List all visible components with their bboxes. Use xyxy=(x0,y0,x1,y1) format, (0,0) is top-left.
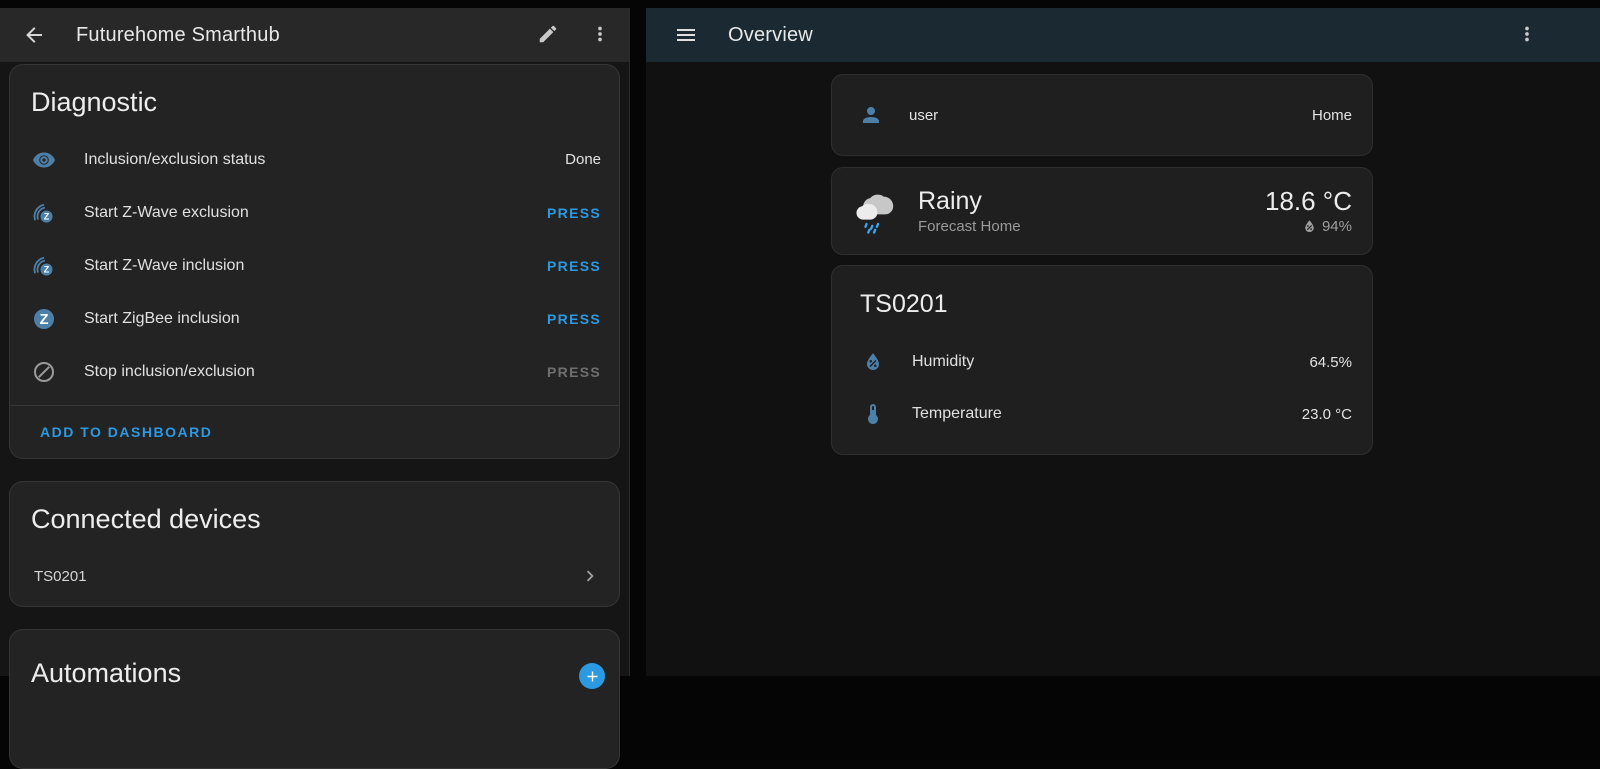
row-value-status: Done xyxy=(565,151,601,168)
humidity-value: 64.5% xyxy=(1309,354,1352,371)
weather-card[interactable]: Rainy Forecast Home 18.6 °C 94% xyxy=(831,167,1373,255)
user-card[interactable]: user Home xyxy=(831,74,1373,156)
device-page-panel: Futurehome Smarthub Diagnostic Inclusion… xyxy=(0,8,630,676)
water-percent-icon xyxy=(861,350,885,374)
press-button-disabled[interactable]: PRESS xyxy=(547,364,601,380)
zwave-icon: Z xyxy=(32,201,56,225)
weather-condition: Rainy xyxy=(918,187,1021,215)
eye-icon xyxy=(32,148,56,172)
thermometer-icon xyxy=(861,402,885,426)
dashboard-content: user Home Rainy Forecast Home xyxy=(646,62,1600,455)
press-button[interactable]: PRESS xyxy=(547,258,601,274)
connected-device-item[interactable]: TS0201 xyxy=(10,550,619,602)
connected-devices-title: Connected devices xyxy=(10,482,619,550)
automations-title: Automations xyxy=(10,630,619,704)
device-name: TS0201 xyxy=(34,568,87,585)
dots-vertical-icon xyxy=(1516,23,1538,45)
row-label: Temperature xyxy=(912,405,1002,423)
add-automation-button[interactable] xyxy=(579,663,605,689)
zigbee-icon: Z xyxy=(32,307,56,331)
pencil-icon xyxy=(537,23,559,45)
plus-icon xyxy=(584,668,601,685)
humidity-drop-icon xyxy=(1301,218,1318,235)
temperature-row[interactable]: Temperature 23.0 °C xyxy=(832,388,1372,440)
weather-text-block: Rainy Forecast Home xyxy=(918,187,1021,235)
cancel-icon xyxy=(32,360,56,384)
row-label: Stop inclusion/exclusion xyxy=(84,363,255,381)
automations-card: Automations xyxy=(9,629,620,769)
menu-button[interactable] xyxy=(674,23,698,47)
sensor-card: TS0201 Humidity 64.5% Temperature 23.0 °… xyxy=(831,265,1373,455)
dashboard-title: Overview xyxy=(728,24,813,47)
diagnostic-row-zwave-exclusion: Z Start Z-Wave exclusion PRESS xyxy=(10,186,619,239)
row-label: Start Z-Wave exclusion xyxy=(84,204,249,222)
svg-text:Z: Z xyxy=(44,264,50,274)
weather-source: Forecast Home xyxy=(918,218,1021,235)
weather-values-block: 18.6 °C 94% xyxy=(1265,187,1352,235)
person-icon xyxy=(859,103,883,127)
weather-humidity-value: 94% xyxy=(1322,218,1352,235)
arrow-left-icon xyxy=(22,23,46,47)
weather-temperature: 18.6 °C xyxy=(1265,187,1352,215)
dashboard-overflow-menu-button[interactable] xyxy=(1516,23,1540,47)
device-page-header: Futurehome Smarthub xyxy=(0,8,629,62)
row-label: Inclusion/exclusion status xyxy=(84,151,265,169)
diagnostic-row-stop-inclusion: Stop inclusion/exclusion PRESS xyxy=(10,345,619,398)
dots-vertical-icon xyxy=(589,23,611,45)
dashboard-panel: Overview user Home xyxy=(646,8,1600,676)
user-name: user xyxy=(909,107,938,124)
diagnostic-row-zwave-inclusion: Z Start Z-Wave inclusion PRESS xyxy=(10,239,619,292)
diagnostic-card: Diagnostic Inclusion/exclusion status Do… xyxy=(9,64,620,459)
humidity-row[interactable]: Humidity 64.5% xyxy=(832,336,1372,388)
connected-devices-card: Connected devices TS0201 xyxy=(9,481,620,607)
diagnostic-card-title: Diagnostic xyxy=(10,65,619,133)
row-label: Start Z-Wave inclusion xyxy=(84,257,244,275)
diagnostic-row-inclusion-status: Inclusion/exclusion status Done xyxy=(10,133,619,186)
diagnostic-row-zigbee-inclusion: Z Start ZigBee inclusion PRESS xyxy=(10,292,619,345)
row-label: Humidity xyxy=(912,353,974,371)
press-button[interactable]: PRESS xyxy=(547,205,601,221)
weather-humidity-block: 94% xyxy=(1301,218,1352,235)
back-button[interactable] xyxy=(22,23,46,47)
row-label: Start ZigBee inclusion xyxy=(84,310,240,328)
edit-button[interactable] xyxy=(537,23,561,47)
svg-text:Z: Z xyxy=(44,211,50,221)
rainy-weather-icon xyxy=(852,188,898,234)
zwave-icon: Z xyxy=(32,254,56,278)
add-to-dashboard-button[interactable]: ADD TO DASHBOARD xyxy=(10,406,619,458)
device-page-title: Futurehome Smarthub xyxy=(76,24,280,47)
overflow-menu-button[interactable] xyxy=(589,23,613,47)
user-location: Home xyxy=(1312,107,1352,124)
press-button[interactable]: PRESS xyxy=(547,311,601,327)
svg-text:Z: Z xyxy=(40,312,49,328)
temperature-value: 23.0 °C xyxy=(1302,406,1352,423)
sensor-card-title: TS0201 xyxy=(832,266,1372,336)
hamburger-icon xyxy=(674,23,698,47)
chevron-right-icon xyxy=(579,565,601,587)
dashboard-header: Overview xyxy=(646,8,1600,62)
